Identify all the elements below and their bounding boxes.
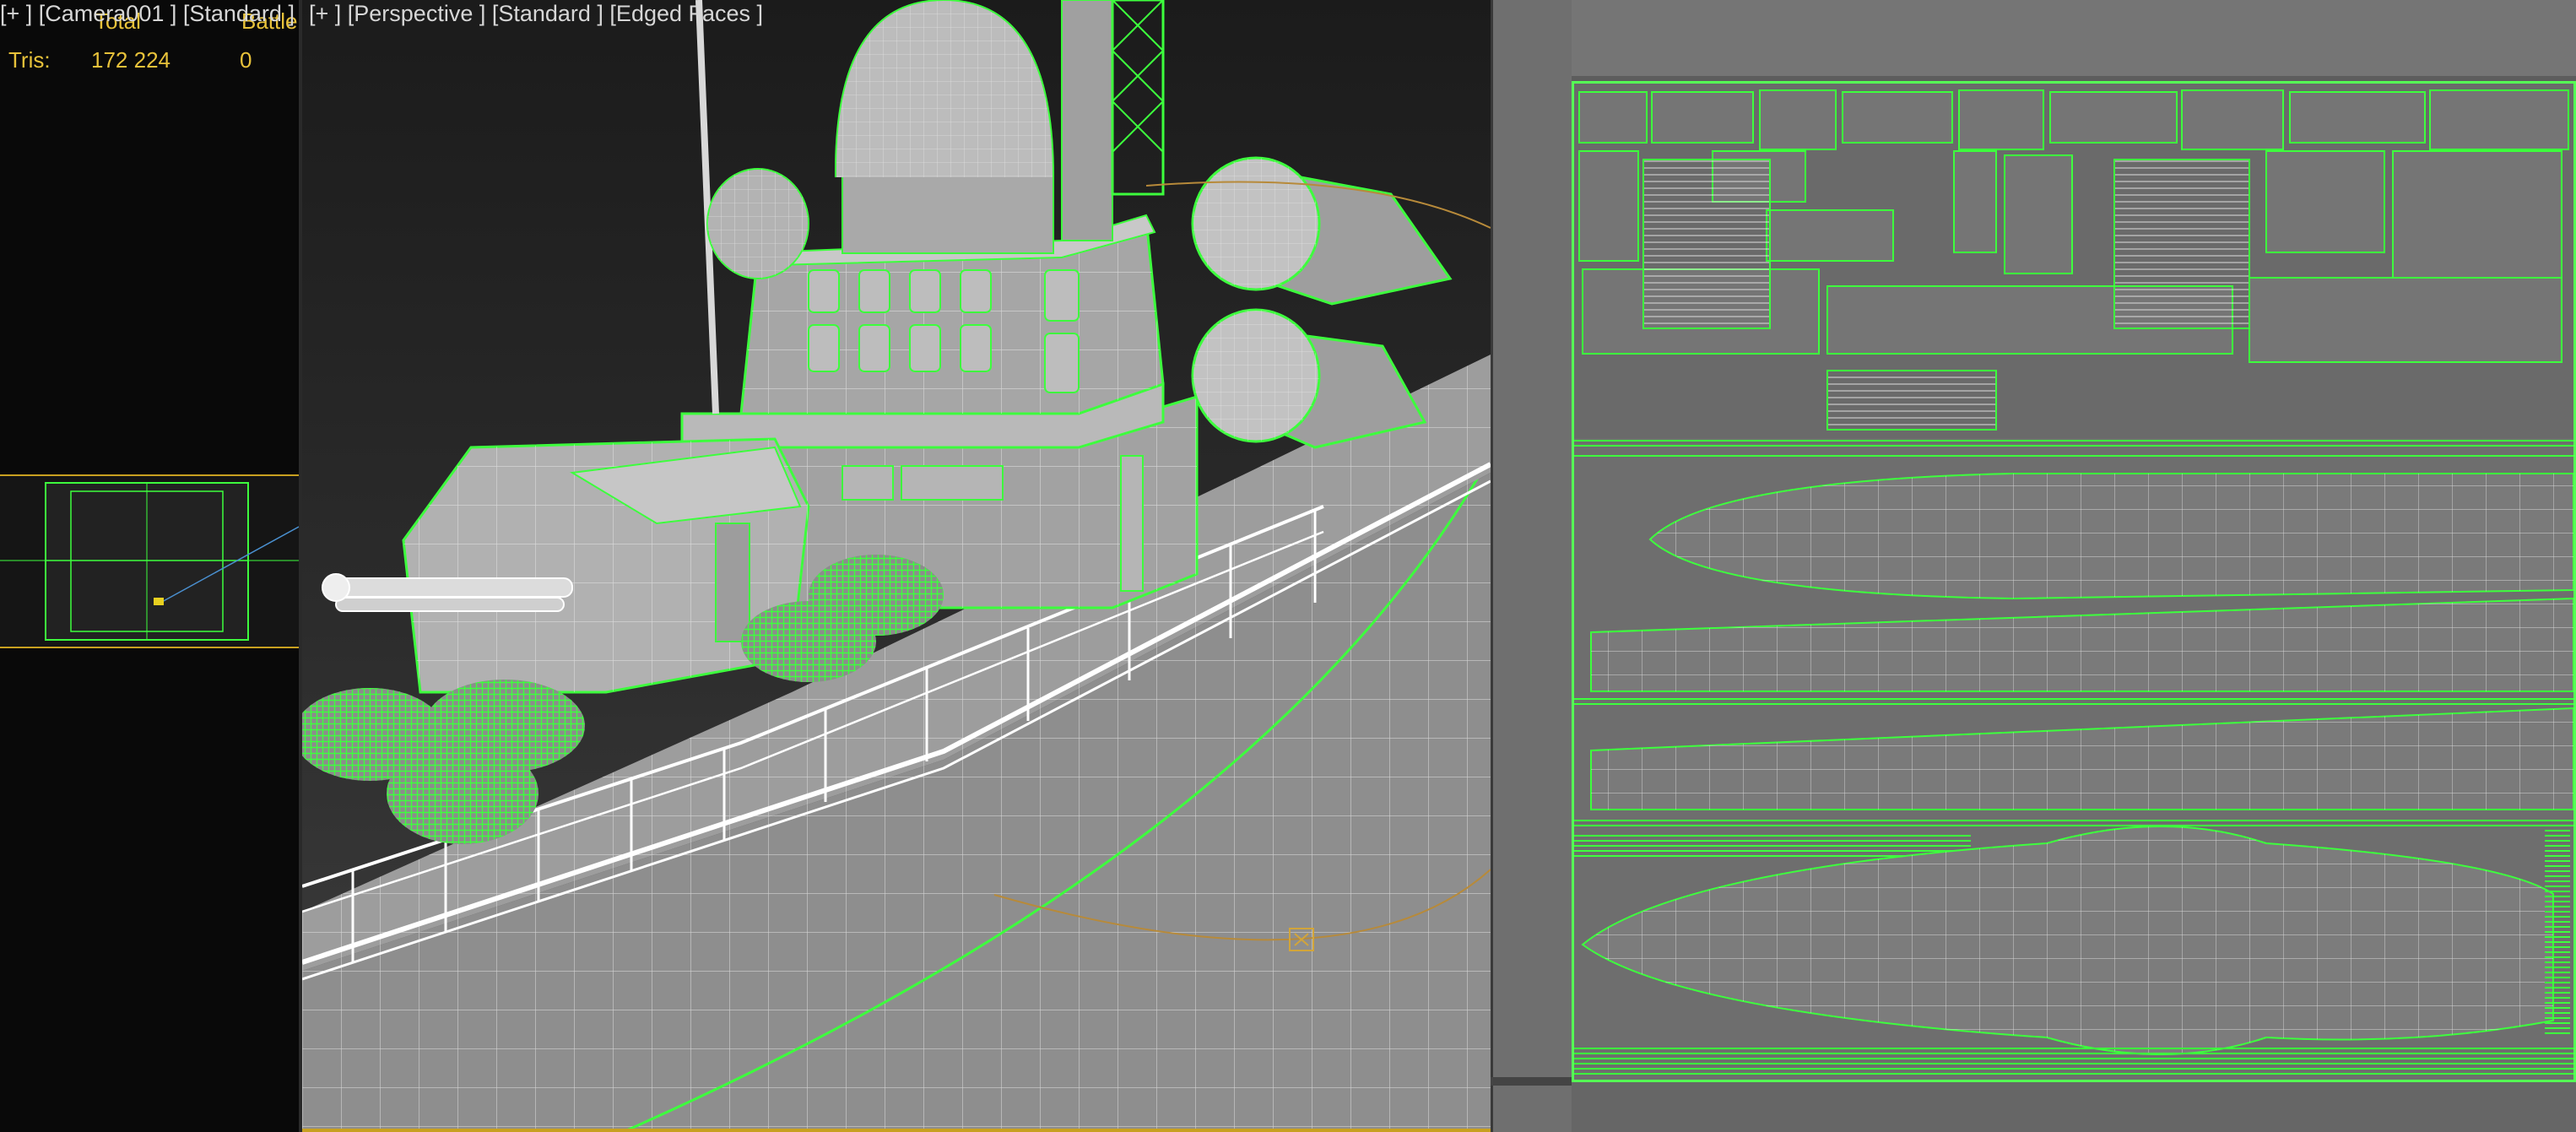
perspective-viewport[interactable]: [+ ] [Perspective ] [Standard ] [Edged F… — [302, 0, 1491, 1132]
viewport-splitter[interactable] — [1491, 0, 1574, 1132]
missile-launcher — [1191, 156, 1453, 449]
camera-viewport[interactable]: Total Battle Tris: 172 224 0 [+ ] [Camer… — [0, 0, 302, 1132]
gun-turret — [322, 437, 810, 694]
stats-row-total: 172 224 — [91, 47, 170, 73]
uv-editor-toolbar — [1572, 0, 2576, 81]
viewport-splitter-bar — [1491, 1077, 1572, 1086]
uv-editor-panel[interactable] — [1572, 0, 2576, 1132]
top-down-mini-view[interactable] — [0, 474, 299, 648]
uv-map-canvas[interactable] — [1572, 81, 2576, 1082]
perspective-viewport-label[interactable]: [+ ] [Perspective ] [Standard ] [Edged F… — [309, 0, 763, 27]
stats-row-battle: 0 — [240, 47, 252, 73]
stats-row-label: Tris: — [8, 47, 51, 73]
uv-editor-statusbar — [1572, 1082, 2576, 1132]
camera-viewport-label[interactable]: [+ ] [Camera001 ] [Standard ] [Edged Fac… — [0, 0, 299, 27]
ship-wireframe-render — [302, 0, 1491, 1129]
